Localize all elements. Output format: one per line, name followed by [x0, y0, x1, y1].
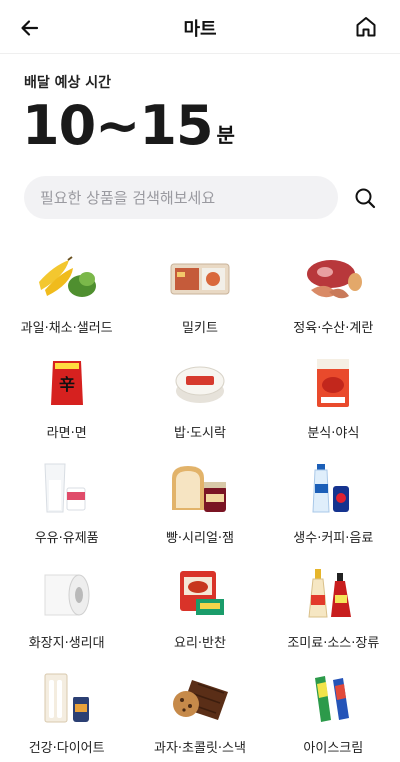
- category-tissue-pad[interactable]: 화장지·생리대: [0, 555, 133, 660]
- search-button[interactable]: [351, 184, 379, 212]
- category-mealkit[interactable]: 밀키트: [133, 240, 266, 345]
- category-bunsik-latenight[interactable]: 분식·야식: [267, 345, 400, 450]
- eta-label: 배달 예상 시간: [24, 75, 112, 91]
- category-snack-chocolate[interactable]: 과자·초콜릿·스낵: [133, 660, 266, 762]
- category-water-coffee-drink[interactable]: 생수·커피·음료: [267, 450, 400, 555]
- search-box: [24, 176, 338, 219]
- category-meat-seafood-egg[interactable]: 정육·수산·계란: [267, 240, 400, 345]
- milk-dairy-icon: [35, 460, 99, 516]
- rice-lunchbox-icon: [168, 355, 232, 411]
- category-label: 과자·초콜릿·스낵: [153, 741, 246, 756]
- health-diet-icon: [35, 670, 99, 726]
- snack-chocolate-icon: [168, 670, 232, 726]
- eta-unit: 분: [216, 123, 235, 147]
- eta-display: 10~15 분: [22, 96, 235, 156]
- category-label: 생수·커피·음료: [293, 531, 374, 546]
- category-bread-cereal-jam[interactable]: 빵·시리얼·잼: [133, 450, 266, 555]
- category-ramen-noodle[interactable]: 辛 라면·면: [0, 345, 133, 450]
- category-label: 건강·다이어트: [28, 741, 105, 756]
- water-coffee-drink-icon: [301, 460, 365, 516]
- category-health-diet[interactable]: 건강·다이어트: [0, 660, 133, 762]
- fruit-vegetable-icon: [35, 250, 99, 306]
- category-grid: 과일·채소·샐러드 밀키트 정육·수산·계란 辛 라면·면 밥·도시락 분식·야…: [0, 240, 400, 762]
- category-label: 분식·야식: [307, 426, 360, 441]
- search-icon: [355, 188, 376, 209]
- category-label: 밥·도시락: [174, 426, 226, 441]
- category-milk-dairy[interactable]: 우유·유제품: [0, 450, 133, 555]
- eta-value: 10~15: [22, 94, 214, 157]
- category-label: 과일·채소·샐러드: [20, 321, 113, 336]
- top-bar: 마트: [0, 0, 400, 54]
- category-label: 정육·수산·계란: [293, 321, 374, 336]
- category-label: 아이스크림: [303, 741, 364, 756]
- side-dish-icon: [168, 565, 232, 621]
- mealkit-icon: [168, 250, 232, 306]
- category-ice-cream[interactable]: 아이스크림: [267, 660, 400, 762]
- tissue-pad-icon: [35, 565, 99, 621]
- search-input[interactable]: [40, 188, 338, 207]
- category-label: 라면·면: [46, 426, 87, 441]
- category-seasoning-sauce[interactable]: 조미료·소스·장류: [267, 555, 400, 660]
- bread-cereal-jam-icon: [168, 460, 232, 516]
- category-label: 밀키트: [182, 321, 218, 336]
- ice-cream-icon: [301, 670, 365, 726]
- snack-food-icon: [301, 355, 365, 411]
- category-fruit-vegetable-salad[interactable]: 과일·채소·샐러드: [0, 240, 133, 345]
- category-label: 조미료·소스·장류: [287, 636, 380, 651]
- ramen-icon: 辛: [35, 355, 99, 411]
- category-cooking-sidedish[interactable]: 요리·반찬: [133, 555, 266, 660]
- category-label: 빵·시리얼·잼: [165, 531, 235, 546]
- page-title: 마트: [183, 19, 217, 40]
- category-label: 화장지·생리대: [28, 636, 105, 651]
- home-icon: [356, 17, 376, 37]
- category-label: 우유·유제품: [34, 531, 99, 546]
- seasoning-sauce-icon: [301, 565, 365, 621]
- home-button[interactable]: [352, 13, 380, 41]
- category-label: 요리·반찬: [174, 636, 226, 651]
- category-rice-lunchbox[interactable]: 밥·도시락: [133, 345, 266, 450]
- meat-seafood-egg-icon: [301, 250, 365, 306]
- svg-text:辛: 辛: [59, 375, 75, 394]
